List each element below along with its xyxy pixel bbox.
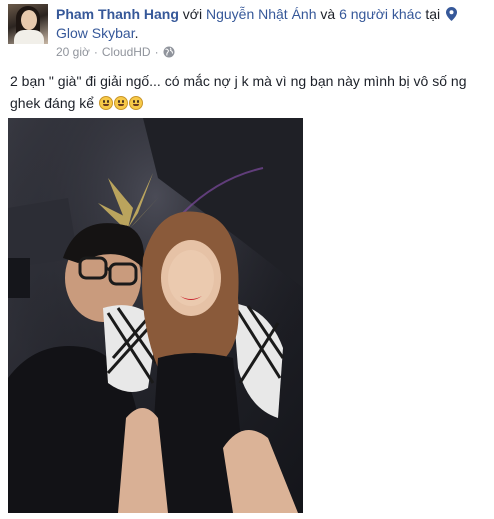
- crying-laughing-emoji-icon: [128, 96, 143, 110]
- tagged-person[interactable]: Nguyễn Nhật Ánh: [206, 6, 317, 22]
- facebook-post: Pham Thanh Hang với Nguyễn Nhật Ánh và 6…: [0, 0, 494, 519]
- and-label: và: [320, 6, 336, 22]
- crying-laughing-emoji-icon: [98, 96, 113, 110]
- with-label: với: [182, 6, 203, 22]
- author-name[interactable]: Pham Thanh Hang: [56, 6, 179, 22]
- post-photo[interactable]: [8, 118, 303, 513]
- avatar-body: [14, 30, 44, 44]
- timestamp[interactable]: 20 giờ: [56, 45, 90, 59]
- others-link[interactable]: 6 người khác: [339, 6, 421, 22]
- avatar-face: [21, 10, 37, 30]
- location-pin-icon: [446, 7, 458, 21]
- meta-separator: ·: [93, 45, 98, 59]
- at-label: tại: [425, 6, 441, 22]
- globe-icon[interactable]: [163, 46, 175, 58]
- post-source[interactable]: CloudHD: [102, 45, 151, 59]
- selfie-photo: [8, 118, 303, 513]
- meta-separator: ·: [154, 45, 159, 59]
- crying-laughing-emoji-icon: [113, 96, 128, 110]
- post-text: 2 bạn " già" đi giải ngố... có mắc nợ j …: [10, 70, 486, 114]
- post-message: 2 bạn " già" đi giải ngố... có mắc nợ j …: [10, 73, 467, 111]
- post-meta: 20 giờ · CloudHD ·: [56, 45, 175, 59]
- post-header: Pham Thanh Hang với Nguyễn Nhật Ánh và 6…: [56, 5, 486, 43]
- avatar[interactable]: [8, 4, 48, 44]
- place-link[interactable]: Glow Skybar: [56, 25, 135, 41]
